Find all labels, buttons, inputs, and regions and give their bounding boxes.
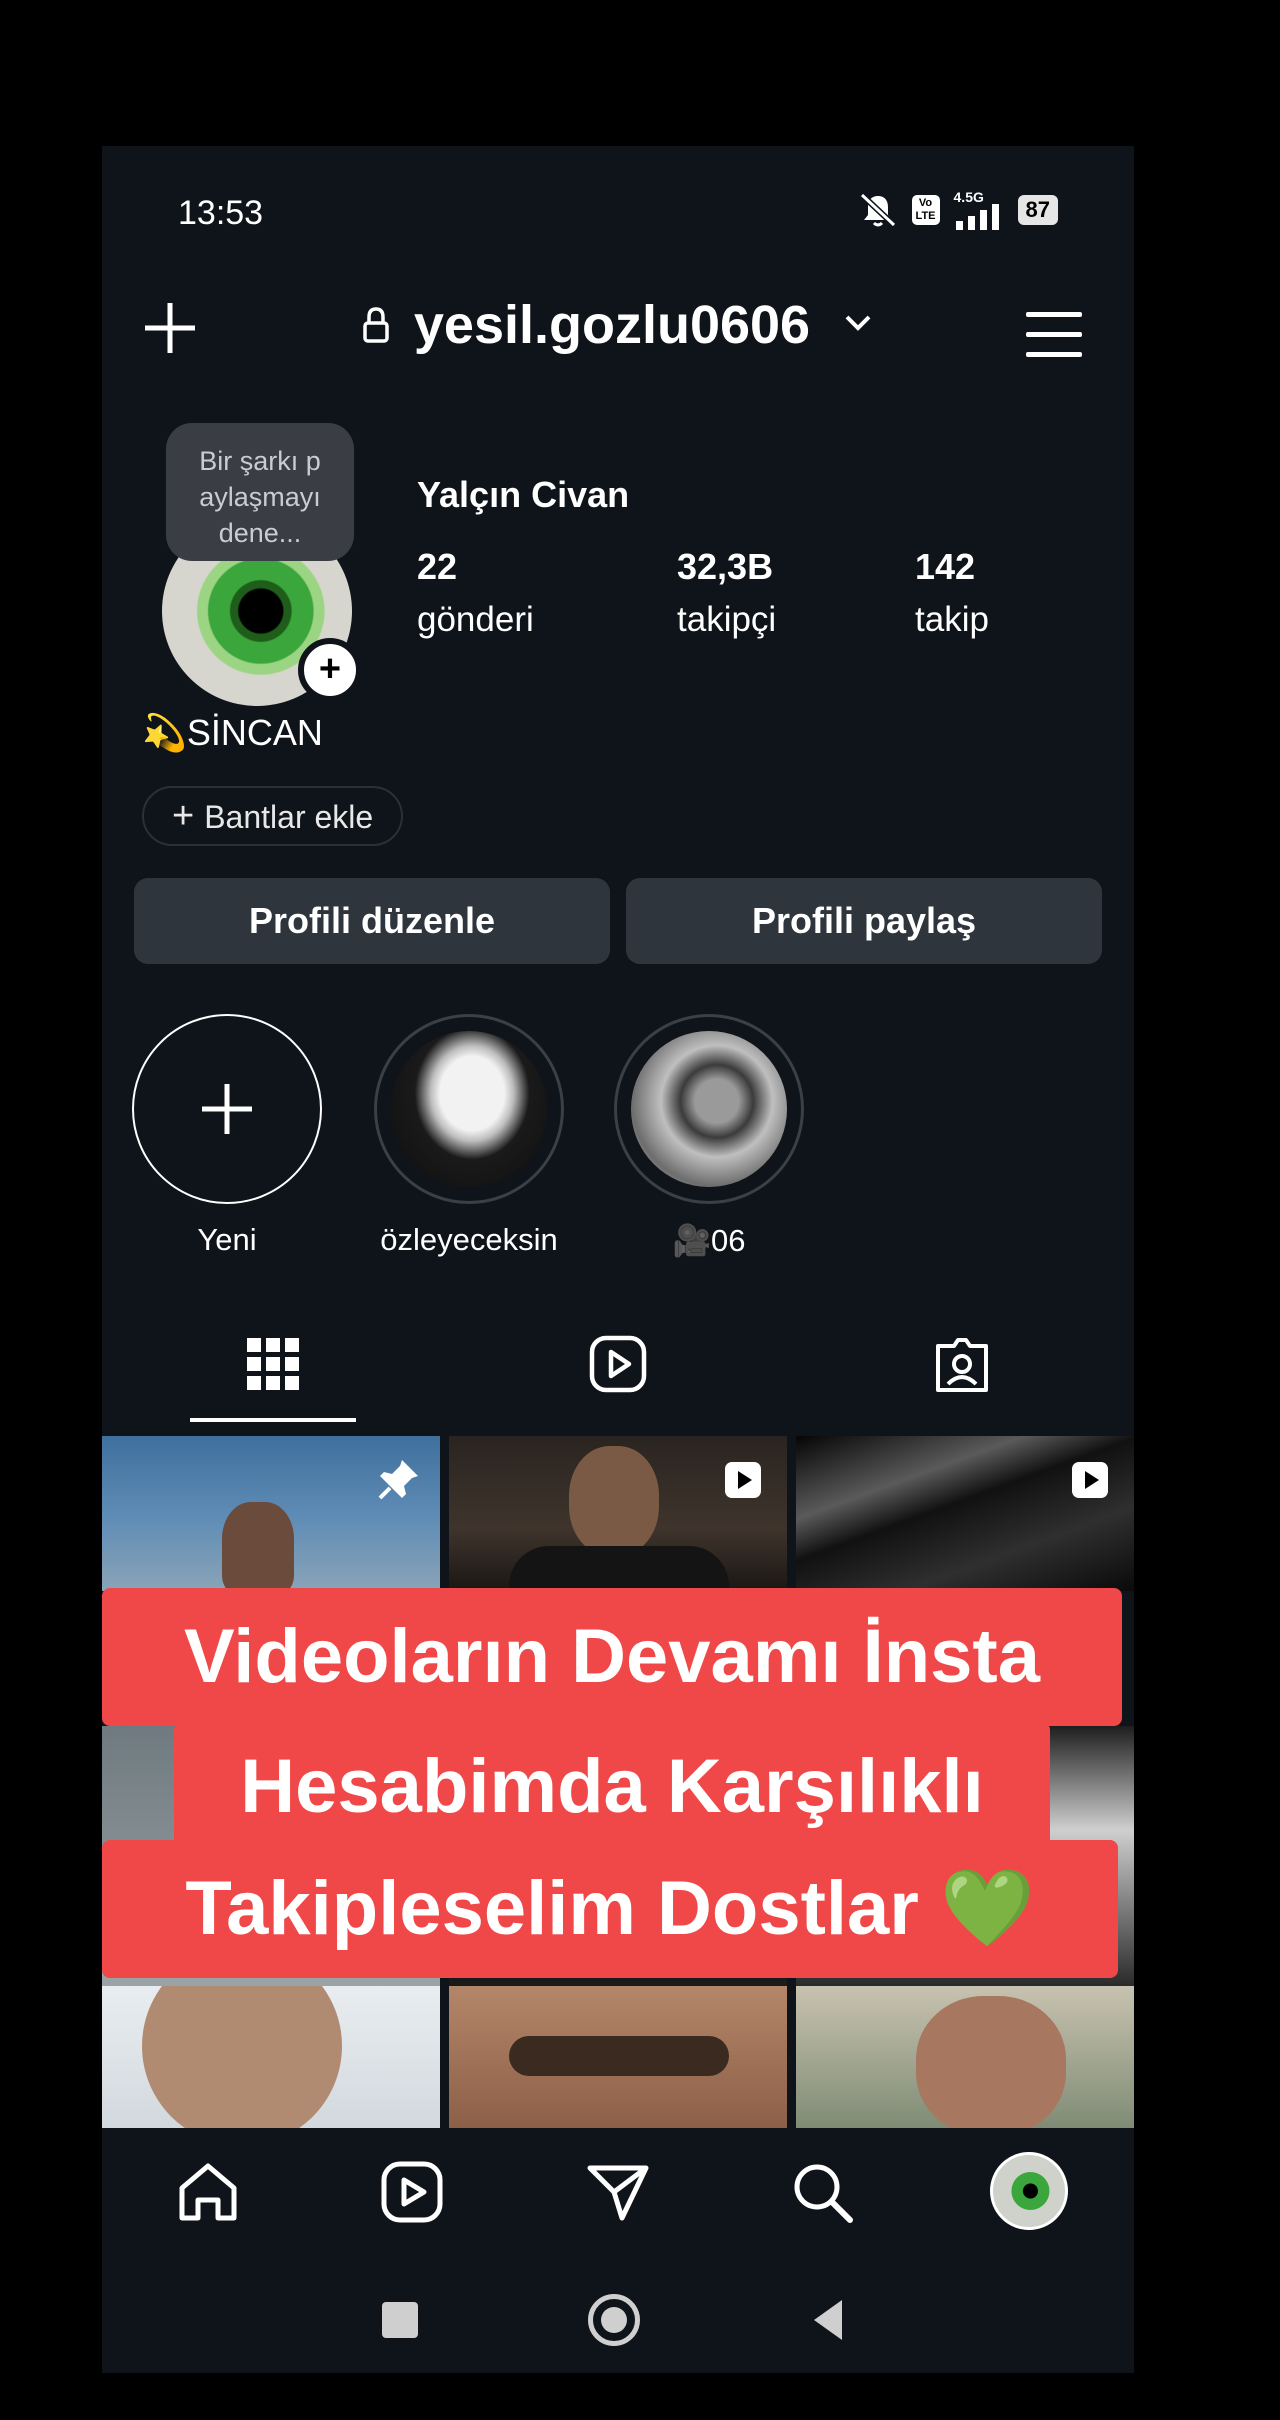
highlight-new[interactable]: Yeni [132,1014,322,1258]
highlight-ring [614,1014,804,1204]
highlight-label: özleyeceksin [380,1222,558,1257]
song-tooltip[interactable]: Bir şarkı p aylaşmayı dene... [166,423,354,561]
battery-icon: 87 [1017,195,1058,225]
reels-icon[interactable] [586,1332,650,1396]
back-icon[interactable] [808,2296,848,2344]
post-thumbnail[interactable] [449,1986,787,2128]
active-tab-indicator [190,1418,356,1422]
highlight-label: Yeni [197,1222,257,1257]
profile-avatar[interactable] [990,2152,1068,2230]
network-type: 4.5G [953,189,984,205]
add-story-icon[interactable]: + [298,638,362,702]
highlight-cover [631,1031,787,1187]
edit-profile-button[interactable]: Profili düzenle [134,878,610,964]
stat-label: takipçi [677,600,777,639]
reel-badge-icon [725,1462,761,1498]
username: yesil.gozlu0606 [413,295,811,355]
profile-bio: 💫SİNCAN [142,712,323,753]
send-icon[interactable] [582,2156,654,2228]
highlight-item[interactable]: özleyeceksin [374,1014,564,1258]
chevron-down-icon [845,315,871,331]
recent-apps-icon[interactable] [382,2302,418,2338]
stat-label: takip [915,600,989,639]
mute-icon [859,192,896,228]
stat-posts[interactable]: 22 gönderi [417,546,534,640]
stat-value: 142 [915,546,976,587]
profile-full-name: Yalçın Civan [417,474,630,515]
status-time: 13:53 [178,194,264,232]
highlight-label: 🎥06 [672,1223,746,1258]
banner-line: Videoların Devamı İnsta [102,1588,1122,1726]
reels-icon[interactable] [376,2156,448,2228]
highlight-ring [374,1014,564,1204]
home-button-icon[interactable] [588,2294,640,2346]
lock-icon [363,307,389,343]
volte-icon: Vo LTE [911,195,940,225]
grid-icon[interactable] [241,1332,305,1396]
post-thumbnail[interactable] [102,1986,440,2128]
plus-icon: + [172,795,195,837]
phone-screen: 13:53 Vo LTE 4.5G 87 yesil.gozlu0606 Bir… [102,146,1134,2373]
tooltip-line: Bir şarkı p [199,446,321,476]
account-switcher[interactable]: yesil.gozlu0606 [102,294,1134,356]
post-thumbnail[interactable] [796,1436,1134,1591]
stat-value: 22 [417,546,458,587]
tooltip-line: aylaşmayı [199,482,321,512]
tooltip-line: dene... [218,518,302,548]
stat-label: gönderi [417,600,534,639]
banner-line: Hesabimda Karşılıklı [174,1722,1050,1852]
signal-icon: 4.5G [954,190,1004,230]
plus-icon [202,1084,252,1134]
add-bands-button[interactable]: + Bantlar ekle [142,786,404,846]
tagged-icon[interactable] [930,1332,994,1396]
status-icons: Vo LTE 4.5G 87 [858,190,1058,230]
add-bands-label: Bantlar ekle [204,799,374,835]
reel-badge-icon [1072,1462,1108,1498]
pin-icon [378,1460,418,1500]
stat-value: 32,3B [677,546,774,587]
stat-followers[interactable]: 32,3B takipçi [677,546,776,640]
highlight-ring [132,1014,322,1204]
post-thumbnail[interactable] [102,1436,440,1591]
post-thumbnail[interactable] [449,1436,787,1591]
highlight-item[interactable]: 🎥06 [614,1014,804,1259]
stat-following[interactable]: 142 takip [915,546,989,640]
post-thumbnail[interactable] [796,1986,1134,2128]
banner-line: Takipleselim Dostlar 💚 [102,1840,1118,1978]
menu-icon[interactable] [1026,312,1082,372]
home-icon[interactable] [172,2156,244,2228]
search-icon[interactable] [786,2156,858,2228]
highlight-cover [391,1031,547,1187]
share-profile-button[interactable]: Profili paylaş [626,878,1102,964]
